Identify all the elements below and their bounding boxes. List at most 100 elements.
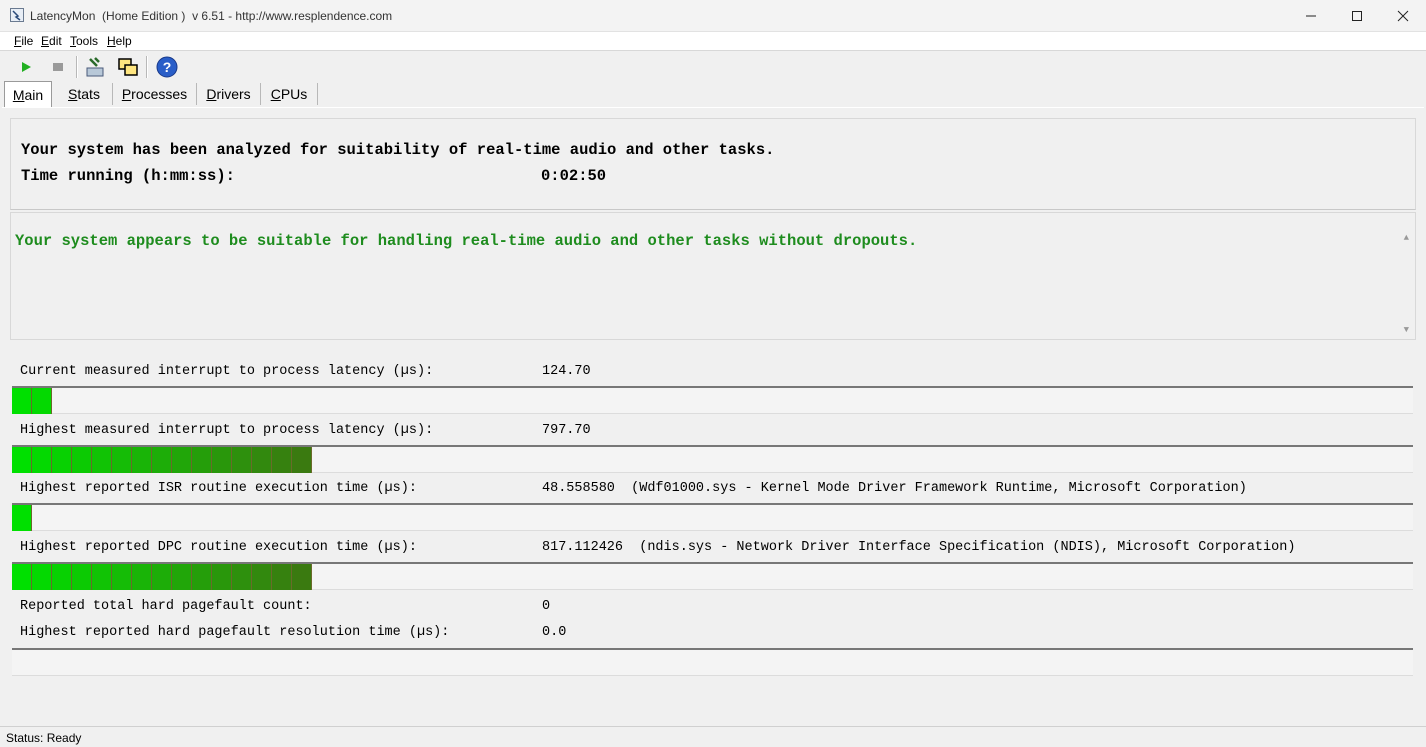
- help-button[interactable]: ?: [155, 55, 179, 79]
- analysis-header-panel: Your system has been analyzed for suitab…: [10, 118, 1416, 210]
- scroll-up-arrow[interactable]: ▲: [1404, 233, 1409, 243]
- bar-segment: [272, 447, 292, 473]
- title-bar: LatencyMon (Home Edition ) v 6.51 - http…: [0, 0, 1426, 32]
- dpc-bar-fill: [12, 564, 312, 590]
- analysis-summary: Your system has been analyzed for suitab…: [21, 141, 775, 159]
- close-icon: [1397, 10, 1409, 22]
- tab-stats-label: Stats: [68, 86, 100, 102]
- tab-cpus[interactable]: CPUs: [261, 83, 318, 105]
- isr-value: 48.558580 (Wdf01000.sys - Kernel Mode Dr…: [542, 481, 1247, 496]
- menu-help[interactable]: Help: [107, 34, 132, 48]
- tools-button[interactable]: [84, 55, 108, 79]
- bar-segment: [12, 447, 32, 473]
- tab-cpus-label: CPUs: [270, 86, 308, 102]
- current-latency-bar-fill: [12, 388, 52, 414]
- bar-segment: [232, 564, 252, 590]
- pagefault-count-label: Reported total hard pagefault count:: [20, 599, 312, 614]
- window-title: LatencyMon (Home Edition ) v 6.51 - http…: [30, 9, 393, 23]
- bar-segment: [32, 564, 52, 590]
- bar-segment: [292, 447, 312, 473]
- app-icon: [10, 8, 24, 22]
- verdict-panel: Your system appears to be suitable for h…: [10, 212, 1416, 340]
- highest-latency-bar-fill: [12, 447, 312, 473]
- bar-segment: [112, 564, 132, 590]
- tab-drivers-label: Drivers: [206, 86, 251, 102]
- bar-segment: [132, 447, 152, 473]
- pagefault-time-bar: [12, 648, 1413, 676]
- tab-drivers[interactable]: Drivers: [197, 83, 261, 105]
- status-bar: Status: Ready: [0, 726, 1426, 747]
- windows-icon: [118, 58, 138, 76]
- time-running-value: 0:02:50: [541, 167, 607, 185]
- tab-processes-label: Processes: [121, 86, 188, 102]
- bar-segment: [12, 388, 32, 414]
- minimize-button[interactable]: [1288, 0, 1334, 32]
- dpc-bar: [12, 562, 1413, 590]
- bar-segment: [92, 564, 112, 590]
- bar-segment: [152, 564, 172, 590]
- bar-segment: [152, 447, 172, 473]
- bar-segment: [32, 388, 52, 414]
- highest-latency-bar: [12, 445, 1413, 473]
- menu-edit[interactable]: Edit: [41, 34, 62, 48]
- tab-main-label: Main: [12, 86, 44, 103]
- bar-segment: [252, 564, 272, 590]
- dpc-label: Highest reported DPC routine execution t…: [20, 540, 417, 555]
- pagefault-count-value: 0: [542, 599, 551, 614]
- highest-latency-label: Highest measured interrupt to process la…: [20, 423, 434, 438]
- pagefault-time-label: Highest reported hard pagefault resoluti…: [20, 625, 450, 640]
- tab-strip: Main Stats Processes Drivers CPUs: [0, 81, 1426, 107]
- bar-segment: [272, 564, 292, 590]
- maximize-button[interactable]: [1334, 0, 1380, 32]
- menu-bar: File Edit Tools Help: [0, 32, 1426, 51]
- maximize-icon: [1352, 11, 1362, 21]
- status-text: Status: Ready: [6, 731, 82, 745]
- highest-latency-value: 797.70: [542, 423, 591, 438]
- bar-segment: [12, 505, 32, 531]
- hammer-icon: [86, 57, 104, 77]
- menu-tools[interactable]: Tools: [70, 34, 98, 48]
- bar-segment: [172, 564, 192, 590]
- bar-segment: [12, 564, 32, 590]
- tab-stats[interactable]: Stats: [56, 83, 113, 105]
- isr-bar-fill: [12, 505, 32, 531]
- bar-segment: [72, 447, 92, 473]
- bar-segment: [52, 447, 72, 473]
- bar-segment: [192, 564, 212, 590]
- bar-segment: [112, 447, 132, 473]
- toolbar-separator: [76, 56, 78, 78]
- bar-segment: [252, 447, 272, 473]
- menu-file[interactable]: File: [14, 34, 33, 48]
- tab-processes[interactable]: Processes: [113, 83, 197, 105]
- bar-segment: [52, 564, 72, 590]
- bar-segment: [212, 447, 232, 473]
- bar-segment: [32, 447, 52, 473]
- time-running-label: Time running (h:mm:ss):: [21, 167, 235, 185]
- bar-segment: [72, 564, 92, 590]
- minimize-icon: [1306, 15, 1316, 17]
- close-button[interactable]: [1380, 0, 1426, 32]
- bar-segment: [232, 447, 252, 473]
- start-button[interactable]: [14, 55, 38, 79]
- current-latency-label: Current measured interrupt to process la…: [20, 364, 434, 379]
- bar-segment: [132, 564, 152, 590]
- isr-label: Highest reported ISR routine execution t…: [20, 481, 417, 496]
- stop-icon: [53, 63, 63, 71]
- play-icon: [22, 62, 31, 72]
- toolbar-separator: [146, 56, 148, 78]
- svg-text:?: ?: [163, 59, 172, 75]
- bar-segment: [92, 447, 112, 473]
- verdict-message: Your system appears to be suitable for h…: [15, 232, 918, 250]
- bar-segment: [192, 447, 212, 473]
- tab-main[interactable]: Main: [4, 81, 52, 107]
- dpc-value: 817.112426 (ndis.sys - Network Driver In…: [542, 540, 1296, 555]
- windows-button[interactable]: [116, 55, 140, 79]
- bar-segment: [172, 447, 192, 473]
- current-latency-bar: [12, 386, 1413, 414]
- stop-button[interactable]: [46, 55, 70, 79]
- stats-panel: Current measured interrupt to process la…: [0, 342, 1426, 726]
- bar-segment: [292, 564, 312, 590]
- current-latency-value: 124.70: [542, 364, 591, 379]
- scroll-down-arrow[interactable]: ▼: [1404, 325, 1409, 335]
- toolbar: ?: [0, 51, 1426, 81]
